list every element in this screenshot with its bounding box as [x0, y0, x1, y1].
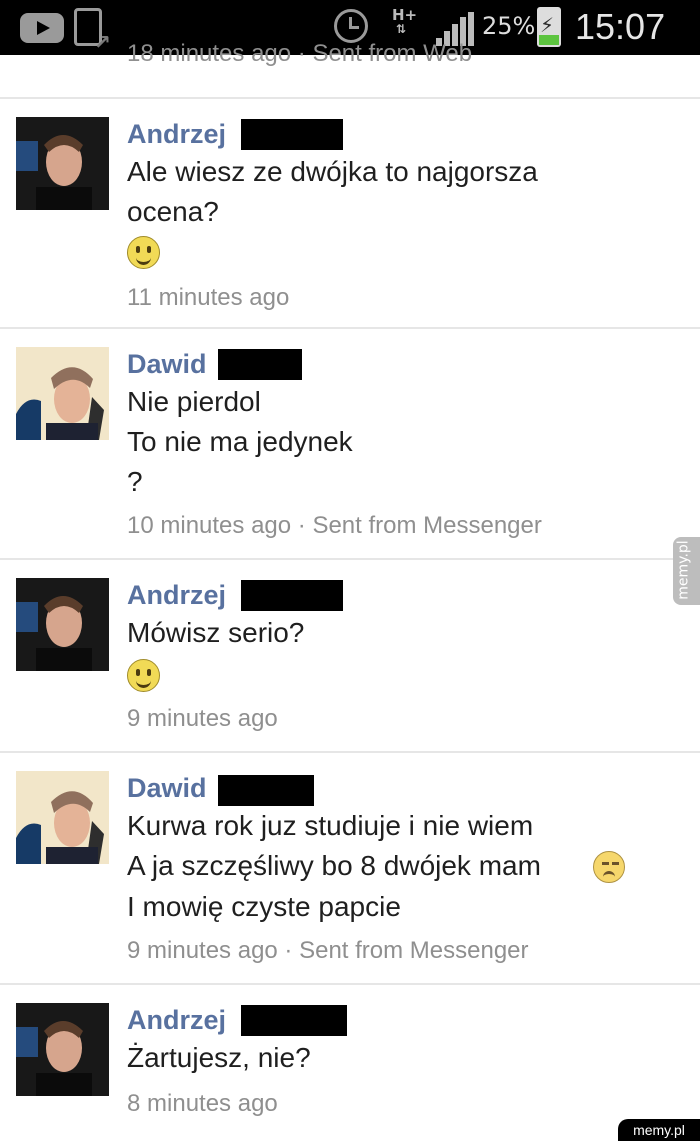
message-item[interactable]: Andrzej Ale wiesz ze dwójka to najgorsza… [0, 97, 700, 329]
message-meta: 10 minutes ago · Sent from Messenger [127, 512, 542, 539]
message-text: ocena? [127, 196, 219, 227]
message-meta: 11 minutes ago [127, 284, 290, 311]
message-text: Żartujesz, nie? [127, 1042, 311, 1073]
message-item[interactable]: Dawid Kurwa rok juz studiuje i nie wiem … [0, 751, 700, 985]
previous-message-meta: 18 minutes ago · Sent from Web [127, 40, 473, 67]
redaction-bar [218, 349, 302, 380]
youtube-icon [20, 13, 64, 43]
message-text: To nie ma jedynek [127, 426, 353, 457]
avatar[interactable] [16, 578, 109, 671]
battery-percentage: 25% [482, 12, 536, 40]
memy-side-watermark: memy.pl [673, 537, 700, 605]
message-text: Ale wiesz ze dwójka to najgorsza [127, 156, 538, 187]
sender-name[interactable]: Andrzej [127, 119, 226, 150]
message-text: Nie pierdol [127, 386, 261, 417]
memy-logo: memy.pl [618, 1119, 700, 1141]
clock: 15:07 [575, 6, 666, 47]
message-meta: 9 minutes ago [127, 705, 278, 732]
alarm-icon [334, 9, 368, 43]
avatar[interactable] [16, 1003, 109, 1096]
message-text: ? [127, 466, 143, 497]
sender-name[interactable]: Dawid [127, 773, 207, 804]
redaction-bar [241, 1005, 347, 1036]
sender-name[interactable]: Andrzej [127, 580, 226, 611]
avatar[interactable] [16, 347, 109, 440]
redaction-bar [218, 775, 314, 806]
message-text: I mowię czyste papcie [127, 891, 401, 922]
message-text: A ja szczęśliwy bo 8 dwójek mam [127, 850, 541, 881]
message-item[interactable]: Andrzej Żartujesz, nie? 8 minutes ago [0, 983, 700, 1143]
redaction-bar [241, 119, 343, 150]
redaction-bar [241, 580, 343, 611]
download-arrow-icon: ↗ [94, 30, 111, 54]
sad-face-icon [593, 851, 625, 883]
network-type: H+ ⇅ [392, 6, 418, 37]
message-item[interactable]: Andrzej Mówisz serio? 9 minutes ago [0, 558, 700, 753]
avatar[interactable] [16, 771, 109, 864]
smiley-icon [127, 236, 160, 269]
sender-name[interactable]: Andrzej [127, 1005, 226, 1036]
sender-name[interactable]: Dawid [127, 349, 207, 380]
message-text: Kurwa rok juz studiuje i nie wiem [127, 810, 534, 841]
message-text: Mówisz serio? [127, 617, 305, 648]
smiley-icon [127, 659, 160, 692]
message-item[interactable]: Dawid Nie pierdol To nie ma jedynek ? 10… [0, 327, 700, 560]
message-meta: 9 minutes ago · Sent from Messenger [127, 937, 529, 964]
avatar[interactable] [16, 117, 109, 210]
message-meta: 8 minutes ago [127, 1090, 278, 1117]
battery-icon [537, 7, 561, 47]
